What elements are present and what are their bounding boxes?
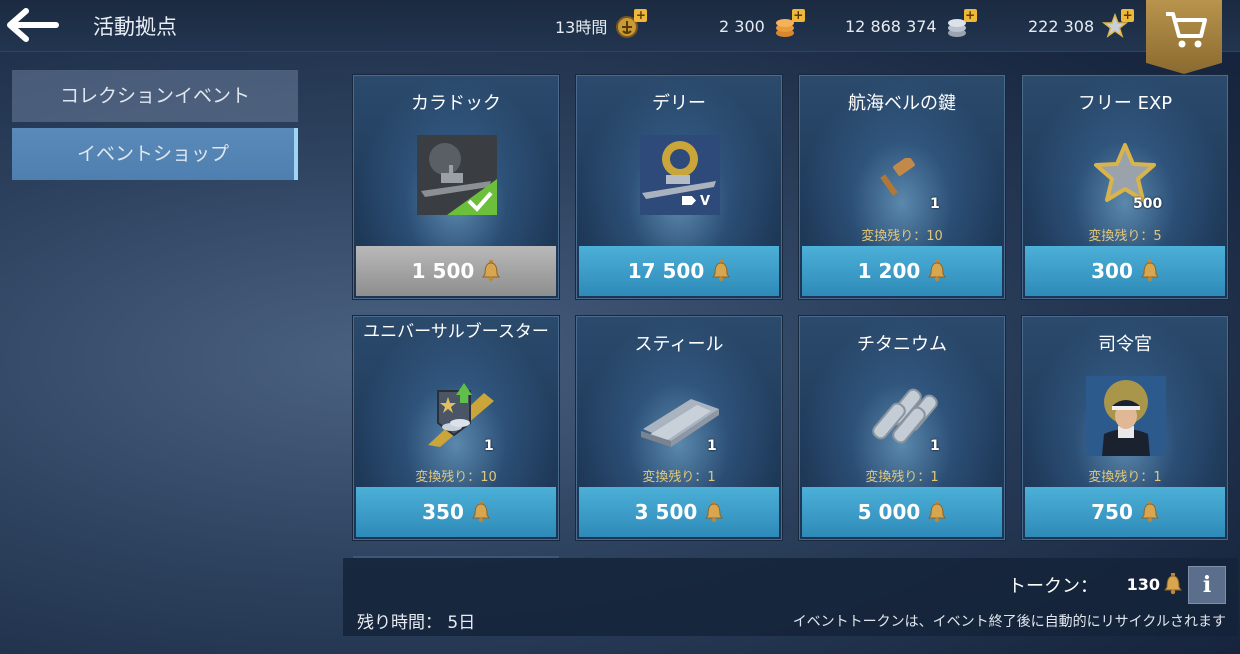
- remaining-exchanges: 変換残り：1: [642, 470, 716, 485]
- price-value: 1 500: [411, 259, 475, 283]
- card-name: 司令官: [1098, 334, 1152, 355]
- remaining-exchanges: 変換残り：1: [1088, 470, 1162, 485]
- remaining-exchanges: 変換残り：10: [415, 470, 497, 485]
- silver-resource[interactable]: 12 868 374 +: [845, 9, 977, 39]
- star-icon: [1093, 142, 1157, 204]
- price-value: 17 500: [627, 259, 705, 283]
- card-name: デリー: [652, 93, 706, 114]
- price-value: 3 500: [634, 500, 698, 524]
- remaining-exchanges: 変換残り：10: [861, 229, 943, 244]
- plus-icon[interactable]: +: [1121, 9, 1135, 22]
- price-button[interactable]: 750: [1025, 487, 1225, 537]
- card-name: ユニバーサルブースター: [363, 322, 549, 342]
- gold-coins-icon: +: [773, 9, 805, 39]
- item-quantity: 1: [484, 438, 494, 454]
- price-button[interactable]: 17 500: [579, 246, 779, 296]
- card-name: カラドック: [411, 93, 501, 114]
- free-exp-resource[interactable]: 222 308 +: [1028, 9, 1135, 39]
- price-value: 350: [422, 500, 464, 524]
- commander-portrait: [1086, 376, 1166, 456]
- card-name: 航海ベルの鍵: [848, 93, 956, 114]
- premium-account-icon: +: [615, 9, 648, 39]
- price-value: 5 000: [857, 500, 921, 524]
- gold-value: 2 300: [719, 16, 765, 36]
- plus-icon[interactable]: +: [634, 9, 648, 22]
- price-button[interactable]: 3 500: [579, 487, 779, 537]
- time-remaining: 残り時間： 5日: [357, 613, 476, 633]
- premium-time-value: 13時間: [555, 18, 608, 37]
- price-value: 750: [1091, 500, 1133, 524]
- bell-token-icon: [928, 501, 946, 523]
- key-icon: [880, 156, 920, 198]
- shop-card-delhi[interactable]: デリー V 17 500: [576, 75, 782, 299]
- price-button[interactable]: 300: [1025, 246, 1225, 296]
- item-quantity: 1: [707, 438, 717, 454]
- bell-token-icon: [472, 501, 490, 523]
- bell-token-icon: [482, 260, 500, 282]
- sidebar-item-collection-event[interactable]: コレクションイベント: [12, 70, 298, 122]
- card-name: チタニウム: [857, 334, 947, 355]
- shop-card-bell-key[interactable]: 航海ベルの鍵 1 変換残り：10 1 200: [799, 75, 1005, 299]
- bell-token-icon: [1141, 260, 1159, 282]
- shop-card-universal-booster[interactable]: ユニバーサルブースター 1 変換残り：10 350: [353, 316, 559, 540]
- item-quantity: 1: [930, 196, 940, 212]
- premium-time-resource[interactable]: 13時間 +: [555, 9, 648, 39]
- footer-panel: トークン： 130 i 残り時間： 5日 イベントトークンは、イベント終了後に自…: [343, 558, 1238, 636]
- plus-icon[interactable]: +: [963, 9, 977, 22]
- bell-token-icon: [928, 260, 946, 282]
- remaining-exchanges: 変換残り：1: [865, 470, 939, 485]
- top-bar: 活動拠点 13時間 + 2 300 + 12 868 374 + 222 308…: [0, 0, 1240, 74]
- shop-card-titanium[interactable]: チタニウム 1 変換残り：1 5 000: [799, 316, 1005, 540]
- price-button[interactable]: 1 200: [802, 246, 1002, 296]
- price-value: 300: [1091, 259, 1133, 283]
- card-name: フリー EXP: [1077, 93, 1173, 114]
- plus-icon[interactable]: +: [791, 9, 805, 22]
- tokens-label: トークン：: [1008, 576, 1098, 597]
- remaining-exchanges: 変換残り：5: [1088, 229, 1162, 244]
- tokens-value: 130: [1126, 575, 1160, 594]
- silver-value: 12 868 374: [845, 16, 937, 36]
- silver-coins-icon: +: [945, 9, 977, 39]
- price-button[interactable]: 5 000: [802, 487, 1002, 537]
- free-exp-star-icon: +: [1101, 9, 1135, 39]
- bell-token-icon: [1164, 573, 1182, 595]
- shop-cart-button[interactable]: [1146, 0, 1222, 74]
- sidebar-item-event-shop[interactable]: イベントショップ: [12, 128, 298, 180]
- card-name: スティール: [634, 334, 724, 355]
- free-exp-value: 222 308: [1028, 16, 1095, 36]
- bell-token-icon: [712, 260, 730, 282]
- shop-card-steel[interactable]: スティール 1 変換残り：1 3 500: [576, 316, 782, 540]
- tier-badge: V: [682, 194, 710, 209]
- shop-card-free-exp[interactable]: フリー EXP 500 変換残り：5 300: [1022, 75, 1228, 299]
- bell-token-icon: [705, 501, 723, 523]
- back-arrow-icon[interactable]: [4, 5, 60, 45]
- price-button[interactable]: 1 500: [356, 246, 556, 296]
- check-icon: [447, 179, 497, 215]
- price-button[interactable]: 350: [356, 487, 556, 537]
- item-quantity: 500: [1133, 196, 1163, 212]
- shop-card-commander[interactable]: 司令官 変換残り：1 750: [1022, 316, 1228, 540]
- item-quantity: 1: [930, 438, 940, 454]
- shop-card-caradoc[interactable]: カラドック 1 500: [353, 75, 559, 299]
- bell-token-icon: [1141, 501, 1159, 523]
- info-button[interactable]: i: [1188, 566, 1226, 604]
- recycle-note: イベントトークンは、イベント終了後に自動的にリサイクルされます: [792, 614, 1226, 630]
- cart-icon: [1166, 12, 1207, 48]
- gold-resource[interactable]: 2 300 +: [719, 9, 805, 39]
- page-title: 活動拠点: [93, 15, 177, 39]
- price-value: 1 200: [857, 259, 921, 283]
